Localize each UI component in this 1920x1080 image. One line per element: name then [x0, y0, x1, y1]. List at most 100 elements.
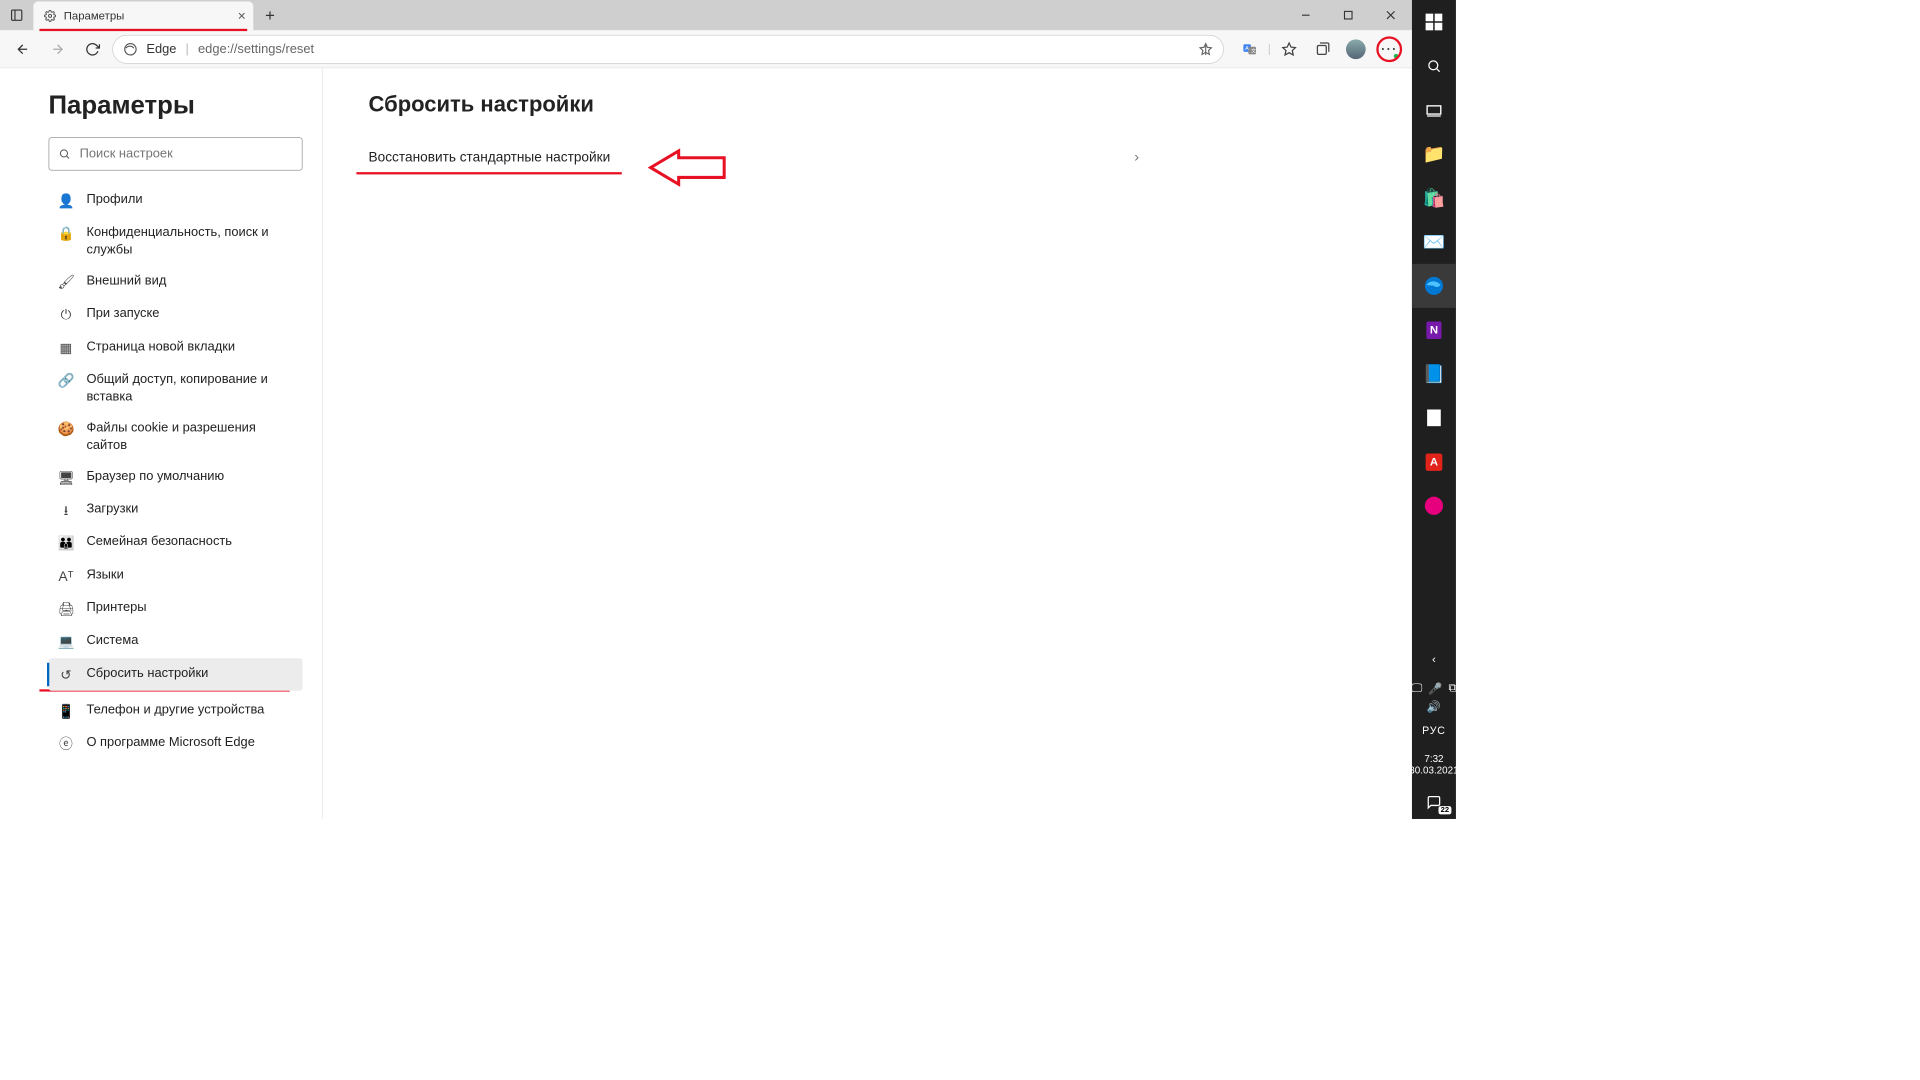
collections-button[interactable]: [1307, 34, 1337, 64]
sidebar-item-icon: ⓔ: [58, 735, 75, 753]
annotation-underline: [39, 29, 247, 31]
sidebar-item-label: Внешний вид: [86, 272, 166, 289]
taskbar-search-button[interactable]: [1412, 44, 1456, 88]
sidebar-item-5[interactable]: 🔗 Общий доступ, копирование и вставка: [49, 364, 303, 412]
annotation-arrow: [645, 149, 728, 187]
taskbar-app-blue[interactable]: 📘: [1412, 352, 1456, 396]
refresh-button[interactable]: [77, 34, 107, 64]
sidebar-item-icon: 🔒: [58, 225, 75, 243]
taskbar-explorer[interactable]: 📁: [1412, 132, 1456, 176]
taskbar-app-doc[interactable]: [1412, 396, 1456, 440]
sidebar-item-3[interactable]: ⏻ При запуске: [49, 298, 303, 331]
sidebar-item-0[interactable]: 👤Профили: [49, 184, 303, 217]
settings-main: Сбросить настройки Восстановить стандарт…: [323, 68, 1412, 819]
tray-icons[interactable]: 🖵 🎤 ⧉: [1411, 677, 1456, 700]
search-input[interactable]: [80, 146, 293, 161]
sidebar-item-9[interactable]: 👪Семейная безопасность: [49, 527, 303, 560]
back-button[interactable]: [8, 34, 38, 64]
svg-text:文: 文: [1251, 47, 1256, 54]
sidebar-item-label: Система: [86, 632, 138, 649]
sidebar-item-label: При запуске: [86, 305, 159, 322]
search-icon: [58, 148, 70, 160]
sidebar-item-label: Браузер по умолчанию: [86, 468, 224, 485]
favorites-button[interactable]: [1274, 34, 1304, 64]
sidebar-item-8[interactable]: ⭳ Загрузки: [49, 494, 303, 527]
chevron-right-icon: [1131, 152, 1142, 163]
notification-count: 22: [1438, 806, 1451, 814]
sidebar-item-13[interactable]: ↺ Сбросить настройки: [49, 658, 303, 691]
edge-logo-icon: [124, 42, 138, 56]
sidebar-item-2[interactable]: 🖌 Внешний вид: [49, 266, 303, 299]
sidebar-item-icon: ⭳: [58, 501, 75, 519]
sidebar-item-label: Телефон и другие устройства: [86, 701, 264, 718]
sidebar-item-icon: 🖥: [58, 468, 75, 486]
task-view-button[interactable]: [1412, 88, 1456, 132]
action-center-button[interactable]: 22: [1412, 786, 1456, 819]
windows-taskbar: 📁 🛍️ ✉️ N 📘 A ‹ 🖵 🎤 ⧉ 🔊 РУС 7:32 30.03.2…: [1412, 0, 1456, 819]
sidebar-item-1[interactable]: 🔒 Конфиденциальность, поиск и службы: [49, 217, 303, 265]
translate-button[interactable]: A文: [1234, 34, 1264, 64]
taskbar-store[interactable]: 🛍️: [1412, 176, 1456, 220]
sidebar-item-icon: ⏻: [58, 306, 75, 324]
tray-clock[interactable]: 7:32 30.03.2021: [1409, 748, 1458, 785]
sidebar-item-label: Общий доступ, копирование и вставка: [86, 371, 293, 406]
taskbar-onenote[interactable]: N: [1412, 308, 1456, 352]
window-minimize-button[interactable]: [1285, 0, 1327, 30]
sidebar-item-icon: 💻: [58, 633, 75, 651]
tray-project-icon[interactable]: ⧉: [1449, 682, 1457, 696]
sidebar-item-icon: 👤: [58, 192, 75, 210]
annotation-circle: [1376, 36, 1402, 62]
sidebar-item-icon: ↺: [58, 665, 75, 683]
restore-defaults-row[interactable]: Восстановить стандартные настройки: [369, 139, 1142, 176]
taskbar-acrobat[interactable]: A: [1412, 440, 1456, 484]
sidebar-item-label: Языки: [86, 566, 123, 583]
window-maximize-button[interactable]: [1327, 0, 1369, 30]
sidebar-item-label: Принтеры: [86, 599, 146, 616]
sidebar-item-14[interactable]: 📱Телефон и другие устройства: [49, 695, 303, 728]
taskbar-mail[interactable]: ✉️: [1412, 220, 1456, 264]
tray-display-icon[interactable]: 🖵: [1411, 682, 1422, 696]
sidebar-item-icon: 🍪: [58, 420, 75, 438]
start-button[interactable]: [1412, 0, 1456, 44]
menu-button[interactable]: ⋯: [1374, 34, 1404, 64]
sidebar-item-15[interactable]: ⓔО программе Microsoft Edge: [49, 727, 303, 760]
sidebar-item-11[interactable]: 🖨 Принтеры: [49, 592, 303, 625]
sidebar-item-12[interactable]: 💻 Система: [49, 625, 303, 658]
settings-search[interactable]: [49, 137, 303, 170]
forward-button[interactable]: [42, 34, 72, 64]
sidebar-item-label: Загрузки: [86, 501, 138, 518]
tab-actions-button[interactable]: [0, 0, 33, 30]
tray-expand-button[interactable]: ‹: [1432, 653, 1436, 677]
window-close-button[interactable]: [1369, 0, 1411, 30]
settings-sidebar: Параметры 👤Профили🔒Конфиденциальность, п…: [0, 68, 323, 819]
tray-language[interactable]: РУС: [1422, 724, 1446, 748]
tab-title: Параметры: [64, 9, 125, 22]
tray-volume-button[interactable]: 🔊: [1427, 700, 1441, 724]
browser-tab-active[interactable]: Параметры ×: [33, 2, 253, 31]
taskbar-edge[interactable]: [1412, 264, 1456, 308]
restore-defaults-label: Восстановить стандартные настройки: [369, 149, 611, 165]
tray-mic-icon[interactable]: 🎤: [1428, 682, 1442, 696]
toolbar: Edge | edge://settings/reset A文 | ⋯: [0, 30, 1412, 68]
sidebar-item-icon: 🖨: [58, 600, 75, 618]
reading-mode-icon[interactable]: [1199, 42, 1213, 56]
annotation-underline: [356, 172, 621, 174]
address-bar[interactable]: Edge | edge://settings/reset: [112, 35, 1224, 64]
site-label: Edge: [146, 41, 176, 56]
profile-button[interactable]: [1341, 34, 1371, 64]
sidebar-item-icon: 👪: [58, 534, 75, 552]
taskbar-app-pink[interactable]: [1412, 484, 1456, 528]
new-tab-button[interactable]: +: [253, 2, 286, 31]
sidebar-item-icon: 🔗: [58, 372, 75, 390]
sidebar-item-6[interactable]: 🍪 Файлы cookie и разрешения сайтов: [49, 412, 303, 460]
sidebar-item-icon: 🖌: [58, 273, 75, 291]
tab-close-button[interactable]: ×: [238, 8, 246, 24]
sidebar-item-4[interactable]: ▦Страница новой вкладки: [49, 331, 303, 364]
sidebar-item-icon: Aᵀ: [58, 567, 75, 585]
sidebar-item-10[interactable]: Aᵀ Языки: [49, 559, 303, 592]
sidebar-item-label: Конфиденциальность, поиск и службы: [86, 224, 293, 259]
sidebar-item-label: Файлы cookie и разрешения сайтов: [86, 419, 293, 454]
sidebar-item-label: Сбросить настройки: [86, 665, 208, 682]
sidebar-item-icon: ▦: [58, 339, 75, 357]
sidebar-item-7[interactable]: 🖥 Браузер по умолчанию: [49, 461, 303, 494]
